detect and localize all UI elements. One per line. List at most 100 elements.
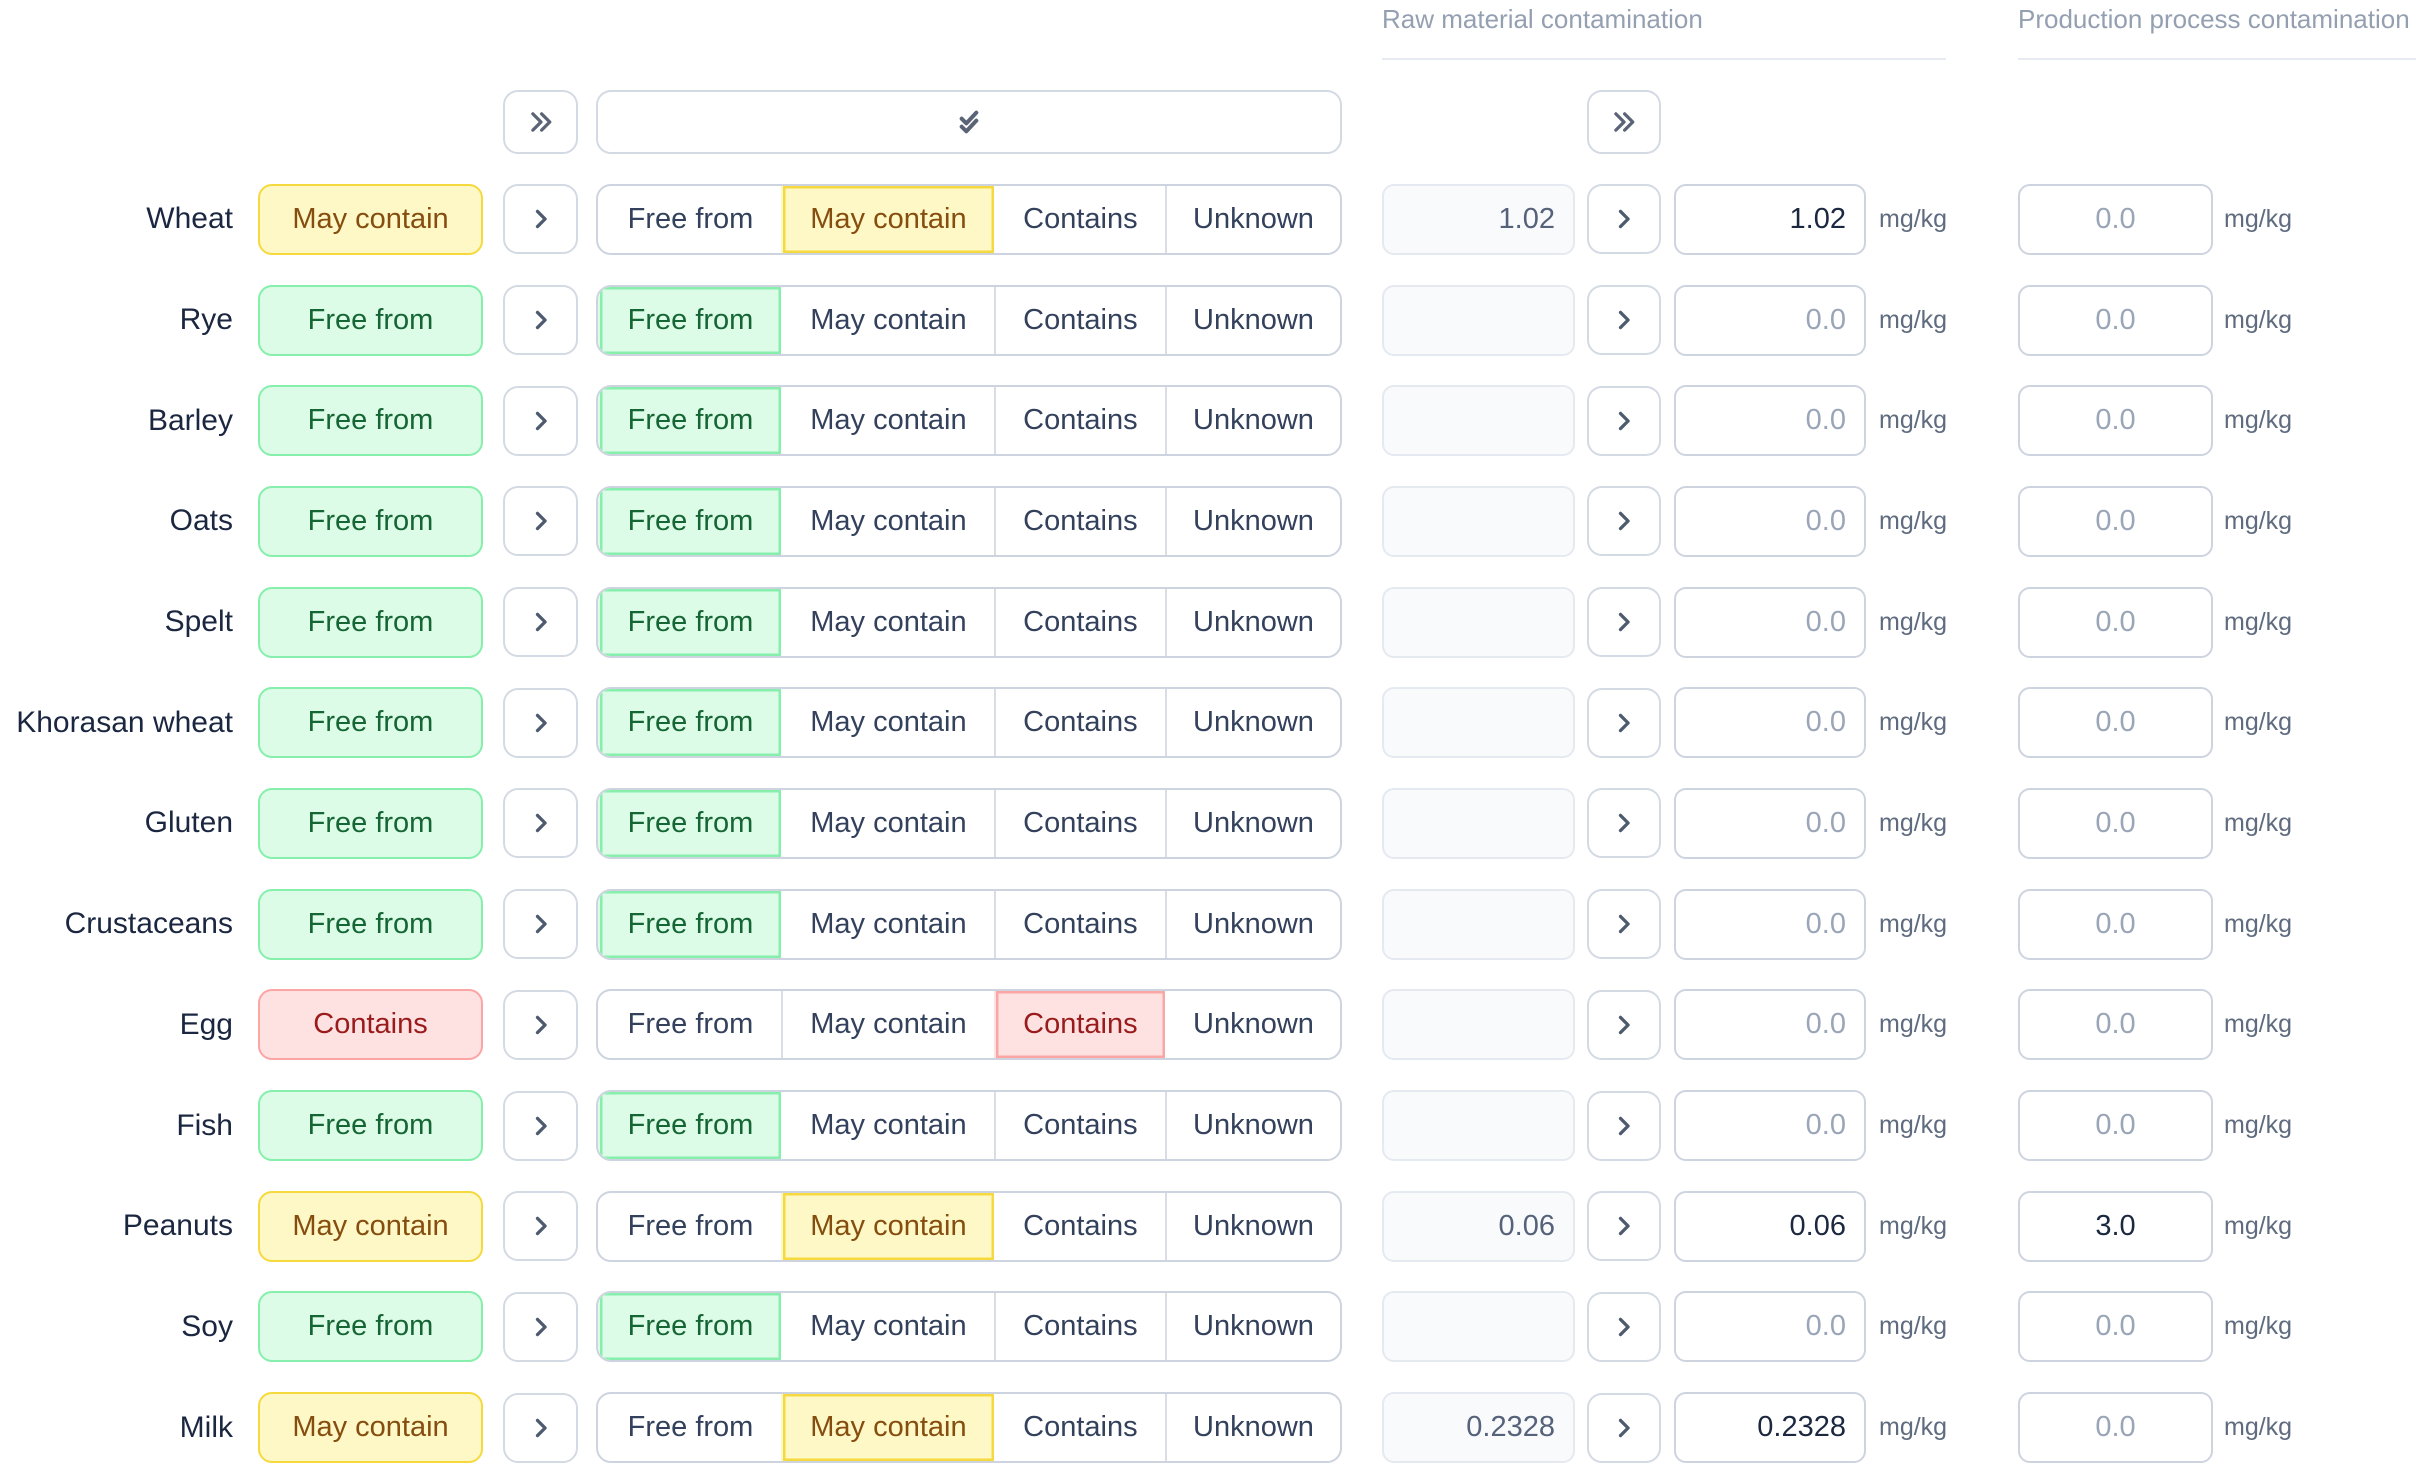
copy-status-to-all-button[interactable] bbox=[503, 90, 578, 154]
raw-contamination-source-input[interactable] bbox=[1382, 385, 1575, 456]
apply-status-to-all-button[interactable] bbox=[596, 90, 1342, 154]
raw-contamination-input[interactable] bbox=[1674, 1191, 1866, 1262]
status-option-may-contain[interactable]: May contain bbox=[781, 1092, 994, 1159]
raw-contamination-source-input[interactable] bbox=[1382, 1191, 1575, 1262]
copy-raw-value-button[interactable] bbox=[1587, 1393, 1661, 1463]
raw-contamination-source-input[interactable] bbox=[1382, 1392, 1575, 1463]
production-contamination-input[interactable] bbox=[2018, 285, 2213, 356]
status-option-may-contain[interactable]: May contain bbox=[781, 1394, 994, 1461]
production-contamination-input[interactable] bbox=[2018, 587, 2213, 658]
production-contamination-input[interactable] bbox=[2018, 1291, 2213, 1362]
copy-raw-value-button[interactable] bbox=[1587, 1292, 1661, 1362]
copy-status-button[interactable] bbox=[503, 889, 578, 959]
raw-contamination-source-input[interactable] bbox=[1382, 285, 1575, 356]
production-contamination-input[interactable] bbox=[2018, 788, 2213, 859]
status-option-may-contain[interactable]: May contain bbox=[781, 186, 994, 253]
copy-raw-value-button[interactable] bbox=[1587, 587, 1661, 657]
status-option-unknown[interactable]: Unknown bbox=[1165, 387, 1340, 454]
production-contamination-input[interactable] bbox=[2018, 889, 2213, 960]
raw-contamination-input[interactable] bbox=[1674, 1090, 1866, 1161]
copy-status-button[interactable] bbox=[503, 386, 578, 456]
raw-contamination-input[interactable] bbox=[1674, 587, 1866, 658]
status-option-free-from[interactable]: Free from bbox=[598, 1293, 781, 1360]
raw-contamination-input[interactable] bbox=[1674, 1392, 1866, 1463]
status-option-unknown[interactable]: Unknown bbox=[1165, 991, 1340, 1058]
production-contamination-input[interactable] bbox=[2018, 687, 2213, 758]
status-option-contains[interactable]: Contains bbox=[994, 387, 1165, 454]
production-contamination-input[interactable] bbox=[2018, 1191, 2213, 1262]
status-option-unknown[interactable]: Unknown bbox=[1165, 589, 1340, 656]
copy-raw-value-button[interactable] bbox=[1587, 788, 1661, 858]
status-option-unknown[interactable]: Unknown bbox=[1165, 1394, 1340, 1461]
production-contamination-input[interactable] bbox=[2018, 184, 2213, 255]
copy-status-button[interactable] bbox=[503, 1393, 578, 1463]
status-option-free-from[interactable]: Free from bbox=[598, 1092, 781, 1159]
status-option-contains[interactable]: Contains bbox=[994, 1193, 1165, 1260]
status-option-unknown[interactable]: Unknown bbox=[1165, 689, 1340, 756]
status-option-free-from[interactable]: Free from bbox=[598, 287, 781, 354]
production-contamination-input[interactable] bbox=[2018, 385, 2213, 456]
copy-raw-value-button[interactable] bbox=[1587, 688, 1661, 758]
status-option-free-from[interactable]: Free from bbox=[598, 891, 781, 958]
status-option-contains[interactable]: Contains bbox=[994, 790, 1165, 857]
copy-raw-value-button[interactable] bbox=[1587, 1091, 1661, 1161]
raw-contamination-source-input[interactable] bbox=[1382, 184, 1575, 255]
status-option-unknown[interactable]: Unknown bbox=[1165, 186, 1340, 253]
status-option-unknown[interactable]: Unknown bbox=[1165, 1293, 1340, 1360]
status-option-free-from[interactable]: Free from bbox=[598, 488, 781, 555]
raw-contamination-source-input[interactable] bbox=[1382, 1291, 1575, 1362]
status-option-unknown[interactable]: Unknown bbox=[1165, 287, 1340, 354]
raw-contamination-input[interactable] bbox=[1674, 1291, 1866, 1362]
raw-contamination-source-input[interactable] bbox=[1382, 486, 1575, 557]
status-option-may-contain[interactable]: May contain bbox=[781, 991, 994, 1058]
status-option-contains[interactable]: Contains bbox=[994, 891, 1165, 958]
raw-contamination-input[interactable] bbox=[1674, 184, 1866, 255]
copy-status-button[interactable] bbox=[503, 1191, 578, 1261]
status-option-may-contain[interactable]: May contain bbox=[781, 1193, 994, 1260]
status-option-may-contain[interactable]: May contain bbox=[781, 1293, 994, 1360]
copy-status-button[interactable] bbox=[503, 486, 578, 556]
status-option-free-from[interactable]: Free from bbox=[598, 186, 781, 253]
copy-status-button[interactable] bbox=[503, 184, 578, 254]
raw-contamination-input[interactable] bbox=[1674, 989, 1866, 1060]
raw-contamination-input[interactable] bbox=[1674, 889, 1866, 960]
status-option-may-contain[interactable]: May contain bbox=[781, 891, 994, 958]
raw-contamination-source-input[interactable] bbox=[1382, 989, 1575, 1060]
raw-contamination-input[interactable] bbox=[1674, 385, 1866, 456]
status-option-may-contain[interactable]: May contain bbox=[781, 589, 994, 656]
status-option-may-contain[interactable]: May contain bbox=[781, 790, 994, 857]
production-contamination-input[interactable] bbox=[2018, 1090, 2213, 1161]
copy-status-button[interactable] bbox=[503, 788, 578, 858]
copy-status-button[interactable] bbox=[503, 587, 578, 657]
status-option-unknown[interactable]: Unknown bbox=[1165, 488, 1340, 555]
copy-status-button[interactable] bbox=[503, 285, 578, 355]
raw-contamination-source-input[interactable] bbox=[1382, 889, 1575, 960]
raw-contamination-source-input[interactable] bbox=[1382, 788, 1575, 859]
status-option-free-from[interactable]: Free from bbox=[598, 1193, 781, 1260]
raw-contamination-source-input[interactable] bbox=[1382, 587, 1575, 658]
status-option-unknown[interactable]: Unknown bbox=[1165, 1193, 1340, 1260]
status-option-unknown[interactable]: Unknown bbox=[1165, 891, 1340, 958]
status-option-may-contain[interactable]: May contain bbox=[781, 488, 994, 555]
copy-status-button[interactable] bbox=[503, 990, 578, 1060]
status-option-free-from[interactable]: Free from bbox=[598, 689, 781, 756]
status-option-may-contain[interactable]: May contain bbox=[781, 689, 994, 756]
copy-status-button[interactable] bbox=[503, 688, 578, 758]
raw-contamination-input[interactable] bbox=[1674, 285, 1866, 356]
copy-raw-value-button[interactable] bbox=[1587, 285, 1661, 355]
status-option-contains[interactable]: Contains bbox=[994, 1092, 1165, 1159]
status-option-unknown[interactable]: Unknown bbox=[1165, 790, 1340, 857]
copy-raw-value-button[interactable] bbox=[1587, 486, 1661, 556]
copy-contamination-to-all-button[interactable] bbox=[1587, 90, 1661, 154]
status-option-contains[interactable]: Contains bbox=[994, 287, 1165, 354]
status-option-free-from[interactable]: Free from bbox=[598, 991, 781, 1058]
raw-contamination-input[interactable] bbox=[1674, 687, 1866, 758]
status-option-free-from[interactable]: Free from bbox=[598, 387, 781, 454]
copy-raw-value-button[interactable] bbox=[1587, 386, 1661, 456]
status-option-may-contain[interactable]: May contain bbox=[781, 287, 994, 354]
copy-status-button[interactable] bbox=[503, 1292, 578, 1362]
production-contamination-input[interactable] bbox=[2018, 989, 2213, 1060]
copy-raw-value-button[interactable] bbox=[1587, 889, 1661, 959]
raw-contamination-source-input[interactable] bbox=[1382, 687, 1575, 758]
status-option-contains[interactable]: Contains bbox=[994, 991, 1165, 1058]
